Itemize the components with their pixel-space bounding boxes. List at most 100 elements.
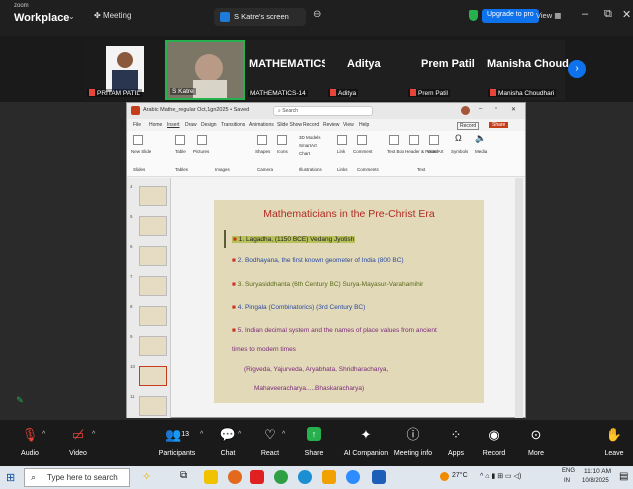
chevron-down-icon[interactable]: ⌄: [68, 12, 75, 21]
ppt-search[interactable]: ⌕ Search: [273, 106, 373, 116]
screen-share-indicator[interactable]: S Katre's screen: [214, 8, 306, 26]
participant-tile-active[interactable]: S Katre: [165, 40, 245, 100]
minimize-icon[interactable]: –: [479, 106, 482, 112]
menu-insert[interactable]: Insert: [167, 122, 180, 128]
windows-start-icon[interactable]: ⊞: [6, 471, 15, 484]
mic-muted-icon: [410, 89, 416, 96]
restore-icon[interactable]: ⧉: [604, 8, 612, 21]
vertical-scrollbar[interactable]: [515, 178, 523, 418]
edge-icon[interactable]: [298, 470, 312, 484]
slide-thumbnail-selected[interactable]: [139, 366, 167, 386]
new-slide-icon[interactable]: [133, 135, 143, 145]
menu-design[interactable]: Design: [201, 122, 217, 128]
minimize-icon[interactable]: –: [582, 8, 588, 20]
pictures-icon[interactable]: [197, 135, 207, 145]
notifications-icon[interactable]: ▤: [619, 471, 628, 482]
chevron-up-icon[interactable]: ^: [92, 431, 95, 438]
link-icon[interactable]: [337, 135, 347, 145]
slide-thumbnails: 4 5 6 7 8 9 10 11: [127, 178, 171, 418]
share-screen-button[interactable]: ↑ Share: [292, 427, 336, 457]
menu-slideshow[interactable]: Slide Show: [277, 122, 302, 128]
annotate-pen-icon[interactable]: ✎: [12, 392, 28, 408]
chevron-up-icon[interactable]: ^: [200, 431, 203, 438]
wordart-icon[interactable]: [429, 135, 439, 145]
slide-thumbnail[interactable]: [139, 276, 167, 296]
menu-animations[interactable]: Animations: [249, 122, 274, 128]
firefox-icon[interactable]: [228, 470, 242, 484]
meeting-info-button[interactable]: ⓘ Meeting info: [386, 427, 440, 457]
app-icon[interactable]: [322, 470, 336, 484]
participant-tile[interactable]: Prem Patil Prem Patil: [405, 40, 485, 100]
view-button[interactable]: View ▦: [536, 11, 561, 20]
mic-muted-icon: [330, 89, 336, 96]
mic-muted-icon: 🎙: [21, 427, 39, 442]
weather-icon[interactable]: [440, 472, 449, 481]
word-icon[interactable]: [372, 470, 386, 484]
media-player-icon[interactable]: [250, 470, 264, 484]
upgrade-button[interactable]: Upgrade to pro: [482, 9, 539, 23]
menu-draw[interactable]: Draw: [185, 122, 197, 128]
close-icon[interactable]: ✕: [622, 8, 631, 21]
chevron-up-icon[interactable]: ^: [282, 431, 285, 438]
header-footer-icon[interactable]: [409, 135, 419, 145]
slide-thumbnail[interactable]: [139, 186, 167, 206]
restore-icon[interactable]: ▫: [495, 106, 497, 112]
task-view-icon[interactable]: ⧉: [180, 470, 187, 481]
slide-bullet: ■ 2. Bodhayana, the first known geometer…: [232, 257, 404, 264]
menu-home[interactable]: Home: [149, 122, 162, 128]
next-participants-button[interactable]: ›: [568, 60, 586, 78]
menu-file[interactable]: File: [133, 122, 141, 128]
menu-help[interactable]: Help: [359, 122, 369, 128]
slide-bullet: ■ 5. Indian decimal system and the names…: [232, 327, 437, 334]
comment-icon[interactable]: [357, 135, 367, 145]
table-icon[interactable]: [175, 135, 185, 145]
chat-button[interactable]: 💬 Chat: [206, 427, 250, 457]
slide-thumbnail[interactable]: [139, 216, 167, 236]
slide-bullet: ■ 3. Suryasiddhanta (6th Century BC) Sur…: [232, 281, 424, 288]
leave-icon: ✋: [605, 427, 623, 442]
record-button[interactable]: ◉ Record: [472, 427, 516, 457]
tray-icons[interactable]: ^ ⌂ ▮ ⊞ ▭ ◁): [480, 472, 521, 480]
zoom-app-icon[interactable]: [346, 470, 360, 484]
participant-tile[interactable]: PRITAM PATIL: [84, 40, 164, 100]
slide-thumbnail[interactable]: [139, 306, 167, 326]
symbols-icon[interactable]: Ω: [455, 133, 462, 143]
leave-button[interactable]: ✋ Leave: [596, 427, 632, 457]
weather-widget-icon[interactable]: ✧: [142, 470, 151, 483]
media-icon[interactable]: 🔈: [475, 133, 486, 144]
chevron-up-icon[interactable]: ^: [238, 431, 241, 438]
zoom-titlebar: zoom Workplace ⌄ ✤ Meeting S Katre's scr…: [0, 0, 633, 36]
shapes-icon[interactable]: [257, 135, 267, 145]
participants-button[interactable]: 👥13 Participants: [152, 427, 202, 457]
menu-review[interactable]: Review: [323, 122, 339, 128]
icons-icon[interactable]: [277, 135, 287, 145]
close-icon[interactable]: ✕: [511, 106, 516, 113]
shield-icon[interactable]: [469, 10, 478, 21]
chat-icon: 💬: [219, 427, 237, 442]
meeting-label[interactable]: ✤ Meeting: [94, 11, 131, 20]
more-icon: ⊙: [530, 427, 542, 442]
slide-thumbnail[interactable]: [139, 396, 167, 416]
menu-record[interactable]: Record: [303, 122, 319, 128]
slide-thumbnail[interactable]: [139, 246, 167, 266]
react-button[interactable]: ♡ React: [248, 427, 292, 457]
chrome-icon[interactable]: [274, 470, 288, 484]
participant-tile[interactable]: Manisha Choud... Manisha Choudhari: [485, 40, 578, 100]
avatar[interactable]: [461, 106, 470, 115]
zoom-logo-small: zoom: [14, 3, 29, 9]
chevron-up-icon[interactable]: ^: [42, 431, 45, 438]
slide-bullet-cont: times to modern times: [232, 346, 296, 353]
more-button[interactable]: ⊙ More: [514, 427, 558, 457]
text-box-icon[interactable]: [389, 135, 399, 145]
menu-transitions[interactable]: Transitions: [221, 122, 245, 128]
view-options-icon[interactable]: ⊖: [313, 9, 321, 20]
record-button[interactable]: Record: [457, 122, 480, 130]
taskbar-search-input[interactable]: ⌕ Type here to search: [24, 468, 130, 487]
share-button[interactable]: Share: [489, 122, 509, 128]
participant-tile[interactable]: Aditya Aditya: [325, 40, 405, 100]
file-explorer-icon[interactable]: [204, 470, 218, 484]
audio-button[interactable]: 🎙 Audio: [8, 427, 52, 457]
participant-tile[interactable]: MATHEMATICS... MATHEMATICS-14: [245, 40, 338, 100]
slide-thumbnail[interactable]: [139, 336, 167, 356]
menu-view[interactable]: View: [343, 122, 354, 128]
